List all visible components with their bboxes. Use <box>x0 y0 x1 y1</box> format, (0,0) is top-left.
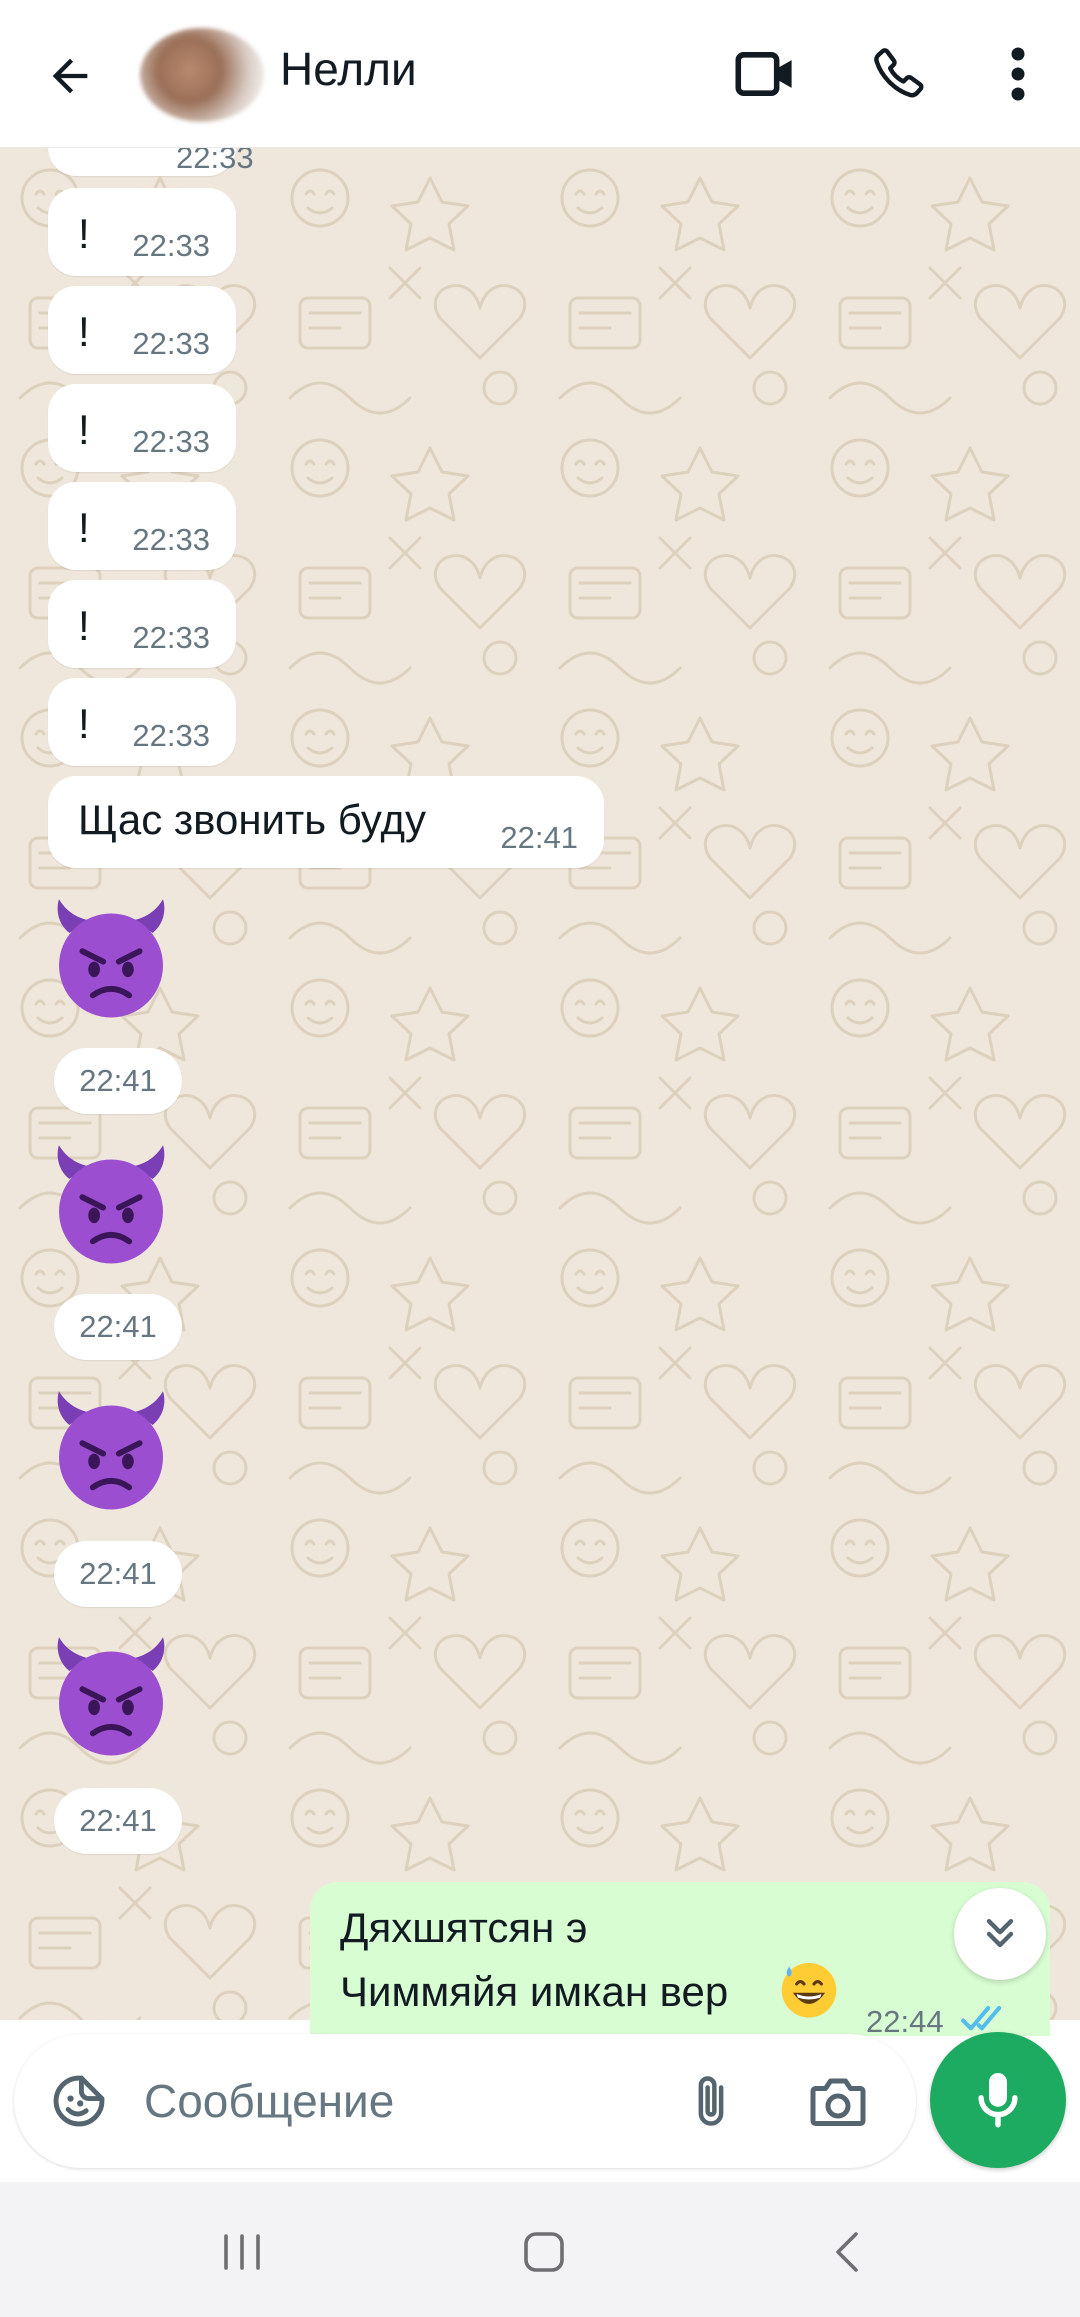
message-time: 22:33 <box>176 148 254 175</box>
chat-header: Нелли <box>0 0 1080 148</box>
system-back-button[interactable] <box>788 2212 908 2292</box>
recent-apps-button[interactable] <box>182 2212 302 2292</box>
more-vert-icon <box>1011 47 1025 101</box>
message-text: ! <box>78 210 90 257</box>
message-time: 22:33 <box>132 620 210 655</box>
message-time: 22:33 <box>132 326 210 361</box>
smiling-face-with-horns-emoji[interactable] <box>46 1632 176 1762</box>
smiling-face-with-horns-emoji[interactable] <box>46 1386 176 1516</box>
message-text-line: Дяхшятсян э <box>340 1904 588 1951</box>
message-time: 22:33 <box>132 424 210 459</box>
smiling-face-with-horns-emoji[interactable] <box>46 1140 176 1270</box>
message-input[interactable] <box>144 2064 664 2138</box>
message-text: ! <box>78 700 90 747</box>
back-button[interactable] <box>28 34 112 118</box>
smiling-face-with-horns-emoji[interactable] <box>46 894 176 1024</box>
voice-call-button[interactable] <box>856 30 944 118</box>
home-icon <box>524 2232 564 2272</box>
outgoing-message-bubble[interactable]: Дяхшятсян э Чиммяйя имкан вер 22:44 <box>310 1882 1050 2036</box>
message-time: 22:33 <box>132 522 210 557</box>
message-bubble[interactable]: ! 22:33 <box>48 188 236 276</box>
contact-name[interactable]: Нелли <box>280 42 417 96</box>
message-time: 22:41 <box>54 1048 182 1114</box>
read-ticks-icon <box>961 2006 1002 2031</box>
message-text: ! <box>78 308 90 355</box>
message-text: ! <box>78 504 90 551</box>
message-bubble[interactable]: ! 22:33 <box>48 384 236 472</box>
chat-messages-area[interactable]: 22:33 ! 22:33 ! 22:33 ! 22:33 ! 22:33 ! … <box>0 148 1080 2020</box>
message-time: 22:33 <box>132 718 210 753</box>
system-navigation-bar <box>0 2182 1080 2317</box>
video-call-button[interactable] <box>722 30 810 118</box>
contact-avatar[interactable] <box>140 28 264 122</box>
arrow-left-icon <box>52 58 88 94</box>
microphone-icon <box>978 2073 1018 2128</box>
video-camera-icon <box>735 52 792 96</box>
message-text: ! <box>78 406 90 453</box>
message-bubble-partial[interactable]: 22:33 <box>48 148 254 176</box>
camera-button[interactable] <box>800 2066 876 2136</box>
home-button[interactable] <box>484 2212 604 2292</box>
message-time: 22:41 <box>500 820 578 855</box>
message-time: 22:41 <box>54 1788 182 1854</box>
message-time: 22:41 <box>54 1294 182 1360</box>
message-text: Щас звонить буду <box>78 796 427 843</box>
scroll-to-bottom-button[interactable] <box>954 1888 1046 1980</box>
message-bubble[interactable]: ! 22:33 <box>48 580 236 668</box>
recent-apps-icon <box>224 2234 260 2270</box>
more-options-button[interactable] <box>978 30 1058 118</box>
message-time: 22:44 <box>866 2004 944 2036</box>
message-bubble[interactable]: Щас звонить буду 22:41 <box>48 776 604 868</box>
message-bubble[interactable]: ! 22:33 <box>48 286 236 374</box>
attach-button[interactable] <box>676 2066 746 2136</box>
double-chevron-down-icon <box>986 1918 1014 1948</box>
message-time: 22:33 <box>132 228 210 263</box>
paperclip-icon <box>698 2076 724 2126</box>
message-bubble[interactable]: ! 22:33 <box>48 482 236 570</box>
message-time: 22:41 <box>54 1541 182 1607</box>
message-text: ! <box>78 602 90 649</box>
message-text-line: Чиммяйя имкан вер <box>340 1968 729 2015</box>
phone-icon <box>874 48 924 98</box>
message-bubble[interactable]: ! 22:33 <box>48 678 236 766</box>
grinning-face-with-sweat-emoji <box>781 1962 837 2018</box>
chevron-left-icon <box>836 2232 858 2272</box>
voice-message-button[interactable] <box>930 2032 1066 2168</box>
sticker-icon <box>53 2075 105 2127</box>
camera-icon <box>810 2078 866 2126</box>
sticker-button[interactable] <box>44 2066 114 2136</box>
message-composer <box>14 2034 916 2168</box>
